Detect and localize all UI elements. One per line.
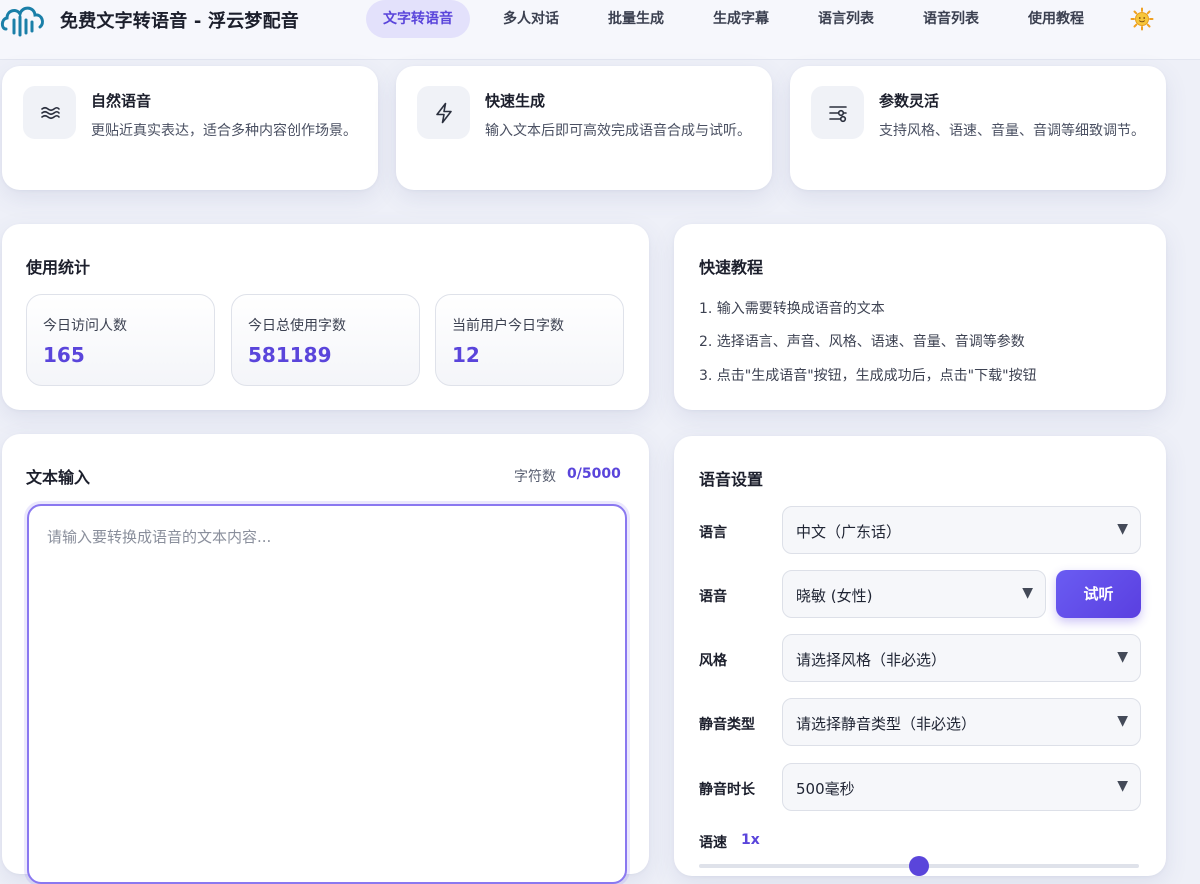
chevron-down-icon: ▼ [1117,649,1128,665]
char-count-label: 字符数 [514,469,556,485]
tutorial-title: 快速教程 [699,258,764,277]
silence-duration-label: 静音时长 [699,782,755,798]
feature-card-natural: 自然语音 更贴近真实表达，适合多种内容创作场景。 [2,66,378,190]
text-input-title: 文本输入 [26,468,91,487]
silence-duration-select[interactable]: 500毫秒 ▼ [782,763,1141,811]
text-input-box[interactable] [27,504,627,884]
lightning-icon [417,86,470,139]
logo-icon [0,6,44,37]
chevron-down-icon: ▼ [1022,585,1033,601]
speed-slider[interactable] [699,856,1139,876]
language-select[interactable]: 中文（广东话） ▼ [782,506,1141,554]
feature-card-flexible: 参数灵活 支持风格、语速、音量、音调等细致调节。 [790,66,1166,190]
stat-value: 165 [43,343,85,367]
voice-settings-card: 语音设置 语言 中文（广东话） ▼ 语音 晓敏 (女性) ▼ 试听 风格 请选择… [674,436,1166,876]
listen-button[interactable]: 试听 [1056,570,1141,618]
chevron-down-icon: ▼ [1117,521,1128,537]
chevron-down-icon: ▼ [1117,713,1128,729]
language-select-value: 中文（广东话） [796,523,902,541]
top-header: 免费文字转语音 - 浮云梦配音 文字转语音 多人对话 批量生成 生成字幕 语言列… [0,0,1200,60]
stat-label: 当前用户今日字数 [452,318,564,334]
site-title: 免费文字转语音 - 浮云梦配音 [60,11,300,32]
voice-label: 语音 [699,589,727,605]
voice-select-value: 晓敏 (女性) [796,587,873,605]
speed-value: 1x [741,832,760,848]
stats-title: 使用统计 [26,258,91,277]
tutorial-step: 3. 点击"生成语音"按钮，生成成功后，点击"下载"按钮 [699,368,1037,384]
char-count-value: 0/5000 [567,466,621,482]
stat-box-user-chars: 当前用户今日字数 12 [435,294,624,386]
nav-text-to-speech[interactable]: 文字转语音 [366,0,470,38]
voice-select[interactable]: 晓敏 (女性) ▼ [782,570,1046,618]
silence-type-select[interactable]: 请选择静音类型（非必选） ▼ [782,698,1141,746]
feature-desc: 支持风格、语速、音量、音调等细致调节。 [879,123,1145,139]
stat-value: 12 [452,343,480,367]
tutorial-card: 快速教程 1. 输入需要转换成语音的文本 2. 选择语言、声音、风格、语速、音量… [674,224,1166,410]
silence-type-label: 静音类型 [699,717,755,733]
text-input-field[interactable] [29,506,625,882]
tutorial-step: 1. 输入需要转换成语音的文本 [699,301,885,317]
stat-label: 今日总使用字数 [248,318,346,334]
stats-card: 使用统计 今日访问人数 165 今日总使用字数 581189 当前用户今日字数 … [2,224,649,410]
settings-title: 语音设置 [699,470,764,489]
sliders-icon [811,86,864,139]
language-label: 语言 [699,525,727,541]
feature-title: 自然语音 [91,92,152,110]
nav-multi-dialogue[interactable]: 多人对话 [484,0,578,38]
wave-icon [23,86,76,139]
speed-label: 语速 [699,835,727,851]
nav-voice-list[interactable]: 语音列表 [904,0,998,38]
feature-card-fast: 快速生成 输入文本后即可高效完成语音合成与试听。 [396,66,772,190]
feature-desc: 输入文本后即可高效完成语音合成与试听。 [485,123,751,139]
tutorial-step: 2. 选择语言、声音、风格、语速、音量、音调等参数 [699,334,1025,350]
nav-language-list[interactable]: 语言列表 [799,0,893,38]
sun-icon[interactable] [1130,7,1154,31]
style-select[interactable]: 请选择风格（非必选） ▼ [782,634,1141,682]
feature-title: 快速生成 [485,92,546,110]
feature-desc: 更贴近真实表达，适合多种内容创作场景。 [91,123,357,139]
stat-label: 今日访问人数 [43,318,127,334]
stat-value: 581189 [248,343,332,367]
silence-duration-select-value: 500毫秒 [796,780,855,798]
silence-type-select-value: 请选择静音类型（非必选） [796,715,977,733]
stat-box-visitors: 今日访问人数 165 [26,294,215,386]
style-select-value: 请选择风格（非必选） [796,651,947,669]
nav-generate-subtitles[interactable]: 生成字幕 [694,0,788,38]
style-label: 风格 [699,653,727,669]
stat-box-total-chars: 今日总使用字数 581189 [231,294,420,386]
feature-title: 参数灵活 [879,92,940,110]
nav-batch-generate[interactable]: 批量生成 [589,0,683,38]
chevron-down-icon: ▼ [1117,778,1128,794]
speed-slider-thumb[interactable] [909,856,929,876]
text-input-card: 文本输入 字符数 0/5000 [2,434,649,884]
nav-tutorial[interactable]: 使用教程 [1009,0,1103,38]
